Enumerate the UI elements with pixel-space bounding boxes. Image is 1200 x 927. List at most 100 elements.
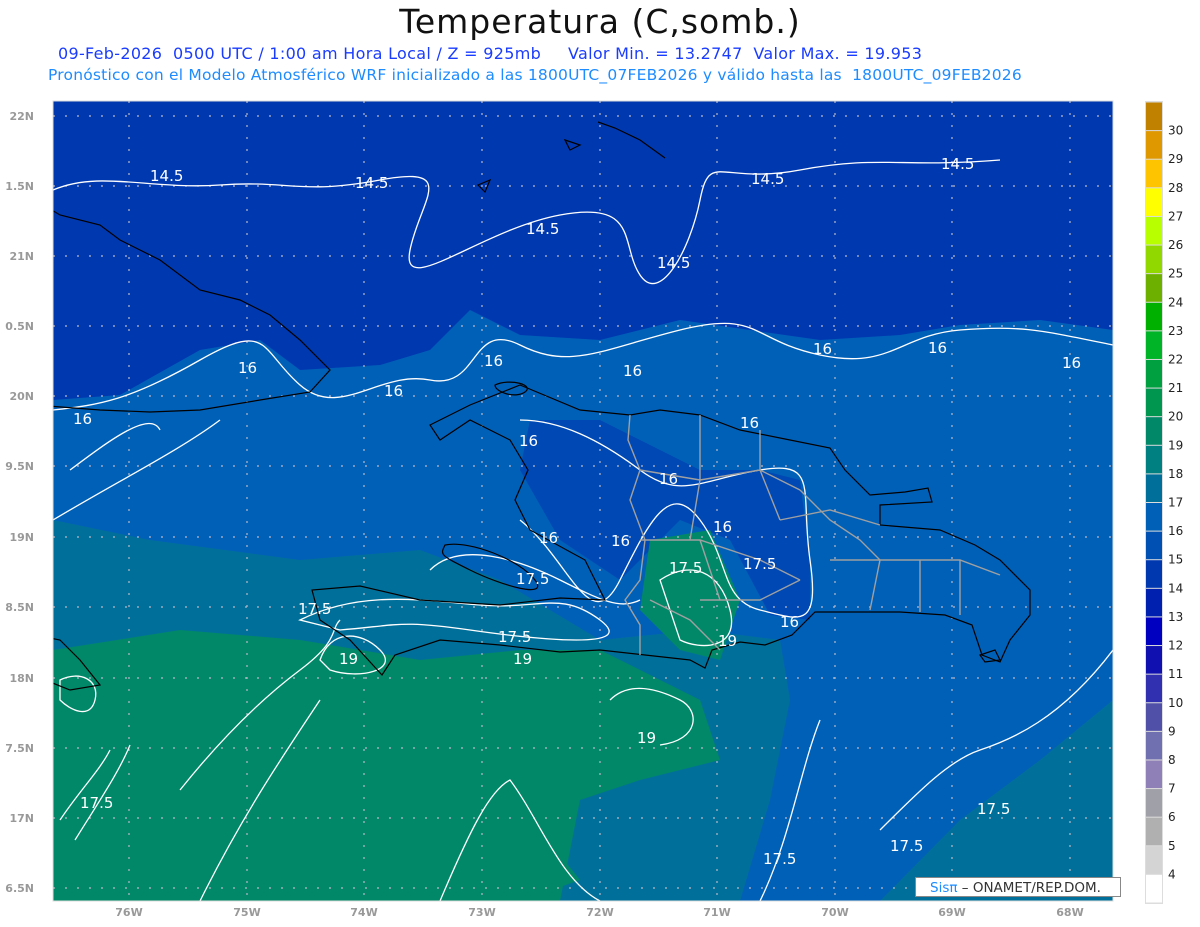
label-16: 16	[780, 613, 799, 631]
label-14-5: 14.5	[355, 174, 388, 192]
colorbar-label: 23	[1168, 324, 1183, 338]
colorbar-bin	[1146, 417, 1162, 445]
lat-tick: 20N	[9, 390, 34, 403]
colorbar-label: 12	[1168, 639, 1183, 653]
colorbar-label: 21	[1168, 381, 1183, 395]
label-14-5: 14.5	[657, 254, 690, 272]
lon-tick: 74W	[350, 906, 377, 919]
lon-tick: 71W	[703, 906, 730, 919]
colorbar-label: 20	[1168, 410, 1183, 424]
lat-tick: 17N	[9, 812, 34, 825]
label-14-5: 14.5	[751, 170, 784, 188]
colorbar-label: 24	[1168, 295, 1183, 309]
colorbar-bin	[1146, 245, 1162, 274]
lat-tick: 6.5N	[5, 882, 34, 895]
label-16: 16	[813, 340, 832, 358]
label-17-5: 17.5	[890, 837, 923, 855]
colorbar-label: 8	[1168, 753, 1176, 767]
lon-tick: 70W	[821, 906, 848, 919]
colorbar-label: 27	[1168, 209, 1183, 223]
credit-text: – ONAMET/REP.DOM.	[957, 880, 1101, 896]
colorbar-label: 26	[1168, 238, 1183, 252]
lat-tick: 1.5N	[5, 180, 34, 193]
colorbar-label: 28	[1168, 181, 1183, 195]
colorbar-bin	[1146, 674, 1162, 703]
lat-tick: 7.5N	[5, 742, 34, 755]
colorbar-bin	[1146, 560, 1162, 588]
label-17-5: 17.5	[977, 800, 1010, 818]
colorbar-bin	[1146, 703, 1162, 731]
colorbar-bin	[1146, 274, 1162, 302]
label-19: 19	[513, 650, 532, 668]
colorbar-bin	[1146, 846, 1162, 874]
lon-tick: 72W	[586, 906, 613, 919]
colorbar-bin	[1146, 388, 1162, 417]
colorbar-bin	[1146, 503, 1162, 531]
colorbar-bin	[1146, 588, 1162, 617]
label-16: 16	[740, 414, 759, 432]
colorbar-label: 5	[1168, 839, 1176, 853]
shaded-field	[53, 101, 1113, 901]
label-16: 16	[623, 362, 642, 380]
colorbar-bin	[1146, 474, 1162, 502]
colorbar-bin	[1146, 731, 1162, 760]
label-16: 16	[611, 532, 630, 550]
colorbar-label: 7	[1168, 782, 1176, 796]
colorbar-bin	[1146, 359, 1162, 388]
lat-tick: 9.5N	[5, 460, 34, 473]
colorbar-bin	[1146, 102, 1162, 131]
label-17-5: 17.5	[763, 850, 796, 868]
label-16: 16	[73, 410, 92, 428]
colorbar-label: 6	[1168, 810, 1176, 824]
lon-tick: 73W	[468, 906, 495, 919]
lon-tick: 76W	[115, 906, 142, 919]
label-14-5: 14.5	[150, 167, 183, 185]
label-16: 16	[519, 432, 538, 450]
colorbar-bin	[1146, 789, 1162, 817]
colorbar-label: 25	[1168, 267, 1183, 281]
label-17-5: 17.5	[516, 570, 549, 588]
label-14-5: 14.5	[941, 155, 974, 173]
label-17-5: 17.5	[669, 559, 702, 577]
colorbar-label: 22	[1168, 352, 1183, 366]
colorbar-label: 16	[1168, 524, 1183, 538]
lat-tick: 8.5N	[5, 601, 34, 614]
lon-tick: 75W	[233, 906, 260, 919]
lat-tick: 19N	[9, 531, 34, 544]
colorbar-bin	[1146, 131, 1162, 159]
label-17-5: 17.5	[298, 600, 331, 618]
colorbar-bin	[1146, 760, 1162, 789]
colorbar: 30 29 28 27 26 25 24 23 22 21 20 19 18 17 16 15 14 13 12 11…	[1145, 101, 1183, 904]
colorbar-label: 29	[1168, 152, 1183, 166]
label-17-5: 17.5	[80, 794, 113, 812]
label-16: 16	[1062, 354, 1081, 372]
colorbar-bin	[1146, 874, 1162, 903]
lat-tick: 22N	[9, 110, 34, 123]
label-19: 19	[637, 729, 656, 747]
label-16: 16	[659, 470, 678, 488]
colorbar-label: 30	[1168, 124, 1183, 138]
colorbar-bin	[1146, 531, 1162, 560]
lat-tick: 0.5N	[5, 320, 34, 333]
colorbar-label: 15	[1168, 553, 1183, 567]
colorbar-label: 17	[1168, 496, 1183, 510]
colorbar-label: 10	[1168, 696, 1183, 710]
colorbar-label: 11	[1168, 667, 1183, 681]
label-16: 16	[713, 518, 732, 536]
colorbar-bin	[1146, 159, 1162, 188]
colorbar-label: 13	[1168, 610, 1183, 624]
colorbar-label: 4	[1168, 867, 1176, 881]
colorbar-bin	[1146, 817, 1162, 846]
colorbar-bin	[1146, 188, 1162, 216]
label-17-5: 17.5	[743, 555, 776, 573]
credit-logo: Sisπ – ONAMET/REP.DOM.	[915, 877, 1121, 897]
label-16: 16	[238, 359, 257, 377]
lon-tick: 69W	[938, 906, 965, 919]
label-19: 19	[339, 650, 358, 668]
label-16: 16	[928, 339, 947, 357]
colorbar-label: 18	[1168, 467, 1183, 481]
lon-axis: 76W 75W 74W 73W 72W 71W 70W 69W 68W	[115, 906, 1083, 919]
label-16: 16	[484, 352, 503, 370]
label-16: 16	[384, 382, 403, 400]
label-19: 19	[718, 632, 737, 650]
